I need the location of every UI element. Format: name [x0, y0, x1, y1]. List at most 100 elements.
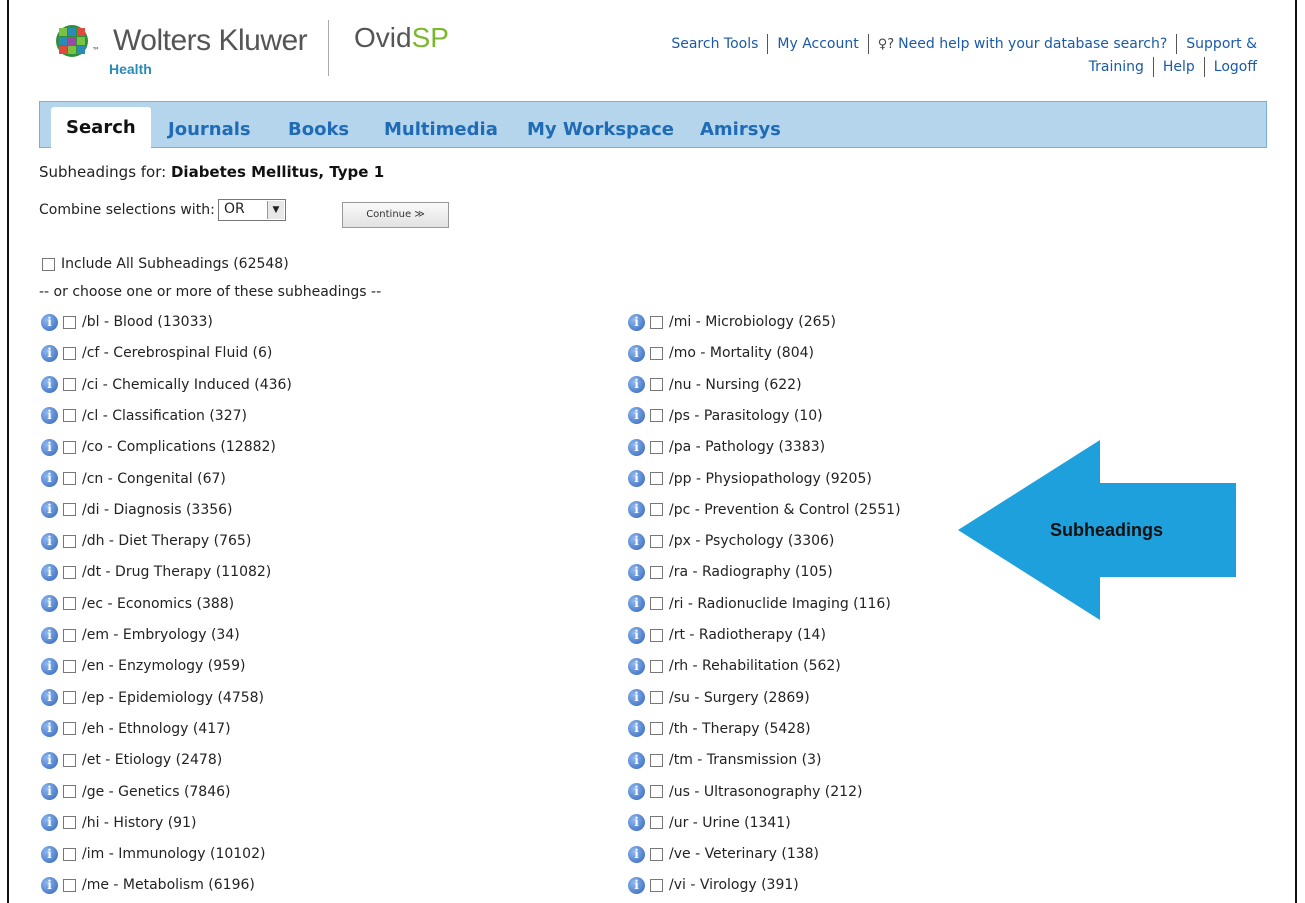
continue-button[interactable]: Continue ≫	[342, 202, 449, 228]
subheading-checkbox[interactable]	[63, 346, 76, 360]
subheading-checkbox[interactable]	[63, 440, 76, 454]
info-icon[interactable]: i	[41, 376, 58, 394]
info-icon[interactable]: i	[41, 563, 58, 581]
info-icon[interactable]: i	[41, 313, 58, 331]
subheading-checkbox[interactable]	[650, 691, 663, 705]
tab-amirsys[interactable]: Amirsys	[700, 119, 781, 140]
info-icon[interactable]: i	[628, 751, 645, 769]
info-icon[interactable]: i	[628, 845, 645, 863]
subheading-checkbox[interactable]	[650, 378, 663, 392]
subheading-checkbox[interactable]	[63, 659, 76, 673]
info-icon[interactable]: i	[628, 376, 645, 394]
subheading-checkbox[interactable]	[63, 691, 76, 705]
subheading-label: /cf - Cerebrospinal Fluid (6)	[82, 345, 273, 362]
subheading-checkbox[interactable]	[650, 785, 663, 798]
subheading-checkbox[interactable]	[650, 659, 663, 673]
info-icon[interactable]: i	[628, 720, 645, 738]
subheading-checkbox[interactable]	[63, 503, 76, 517]
subheading-checkbox[interactable]	[650, 346, 663, 360]
subheading-checkbox[interactable]	[650, 597, 663, 611]
subheading-checkbox[interactable]	[63, 816, 76, 830]
tab-journals[interactable]: Journals	[168, 119, 251, 140]
info-icon[interactable]: i	[41, 657, 58, 675]
subheading-checkbox[interactable]	[63, 753, 76, 767]
info-icon[interactable]: i	[628, 344, 645, 362]
info-icon[interactable]: i	[41, 407, 58, 425]
subheading-checkbox[interactable]	[650, 534, 663, 548]
info-icon[interactable]: i	[41, 344, 58, 362]
subheading-checkbox[interactable]	[63, 409, 76, 423]
subheading-checkbox[interactable]	[650, 315, 663, 329]
subheading-checkbox[interactable]	[63, 534, 76, 548]
subheading-checkbox[interactable]	[650, 503, 663, 517]
info-icon[interactable]: i	[628, 563, 645, 581]
list-item: i/bl - Blood (13033)	[41, 312, 213, 332]
info-icon[interactable]: i	[628, 689, 645, 707]
info-icon[interactable]: i	[628, 876, 645, 894]
subheading-checkbox[interactable]	[650, 816, 663, 830]
support-link[interactable]: Support &	[1186, 36, 1257, 52]
tab-search[interactable]: Search	[51, 107, 151, 149]
help-link[interactable]: Help	[1163, 59, 1195, 75]
info-icon[interactable]: i	[41, 876, 58, 894]
info-icon[interactable]: i	[41, 501, 58, 519]
tab-my-workspace[interactable]: My Workspace	[527, 119, 674, 140]
info-icon[interactable]: i	[628, 407, 645, 425]
subheading-checkbox[interactable]	[650, 565, 663, 579]
training-link[interactable]: Training	[1089, 59, 1144, 75]
link-divider	[1176, 34, 1178, 54]
include-all-checkbox[interactable]	[42, 257, 55, 271]
search-tools-link[interactable]: Search Tools	[671, 36, 758, 52]
subheading-checkbox[interactable]	[650, 409, 663, 423]
subheading-checkbox[interactable]	[650, 722, 663, 736]
info-icon[interactable]: i	[628, 626, 645, 644]
logoff-link[interactable]: Logoff	[1214, 59, 1257, 75]
info-icon[interactable]: i	[41, 783, 58, 800]
subheading-checkbox[interactable]	[63, 847, 76, 861]
subheading-checkbox[interactable]	[650, 472, 663, 485]
info-icon[interactable]: i	[628, 501, 645, 519]
subheading-checkbox[interactable]	[63, 472, 76, 485]
tab-books[interactable]: Books	[288, 119, 349, 140]
info-icon[interactable]: i	[41, 845, 58, 863]
ovidsp-logo[interactable]: OvidSP	[354, 22, 449, 54]
info-icon[interactable]: i	[41, 751, 58, 769]
subheading-checkbox[interactable]	[63, 785, 76, 798]
combine-select[interactable]: OR ▼	[218, 199, 286, 221]
info-icon[interactable]: i	[41, 689, 58, 707]
info-icon[interactable]: i	[41, 438, 58, 456]
subheading-label: /su - Surgery (2869)	[669, 689, 810, 706]
chevron-down-icon[interactable]: ▼	[267, 201, 284, 219]
database-help-link[interactable]: Need help with your database search?	[898, 36, 1167, 52]
subheading-checkbox[interactable]	[63, 315, 76, 329]
info-icon[interactable]: i	[41, 720, 58, 738]
subheading-checkbox[interactable]	[650, 847, 663, 861]
info-icon[interactable]: i	[41, 532, 58, 550]
subheading-checkbox[interactable]	[650, 440, 663, 454]
info-icon[interactable]: i	[41, 470, 58, 487]
subheading-checkbox[interactable]	[650, 628, 663, 642]
subheading-checkbox[interactable]	[63, 628, 76, 642]
subheading-checkbox[interactable]	[63, 878, 76, 892]
subheading-label: /cn - Congenital (67)	[82, 470, 226, 487]
tab-multimedia[interactable]: Multimedia	[384, 119, 498, 140]
info-icon[interactable]: i	[628, 814, 645, 832]
info-icon[interactable]: i	[41, 626, 58, 644]
subheading-checkbox[interactable]	[650, 753, 663, 767]
subheading-checkbox[interactable]	[63, 722, 76, 736]
subheading-checkbox[interactable]	[63, 378, 76, 392]
subheading-checkbox[interactable]	[63, 565, 76, 579]
info-icon[interactable]: i	[41, 814, 58, 832]
info-icon[interactable]: i	[628, 470, 645, 487]
info-icon[interactable]: i	[628, 657, 645, 675]
subheading-checkbox[interactable]	[63, 597, 76, 611]
my-account-link[interactable]: My Account	[777, 36, 858, 52]
info-icon[interactable]: i	[628, 438, 645, 456]
subheading-checkbox[interactable]	[650, 878, 663, 892]
info-icon[interactable]: i	[628, 532, 645, 550]
info-icon[interactable]: i	[628, 595, 645, 613]
info-icon[interactable]: i	[41, 595, 58, 613]
info-icon[interactable]: i	[628, 313, 645, 331]
info-icon[interactable]: i	[628, 783, 645, 800]
subheading-label: /ec - Economics (388)	[82, 595, 235, 612]
